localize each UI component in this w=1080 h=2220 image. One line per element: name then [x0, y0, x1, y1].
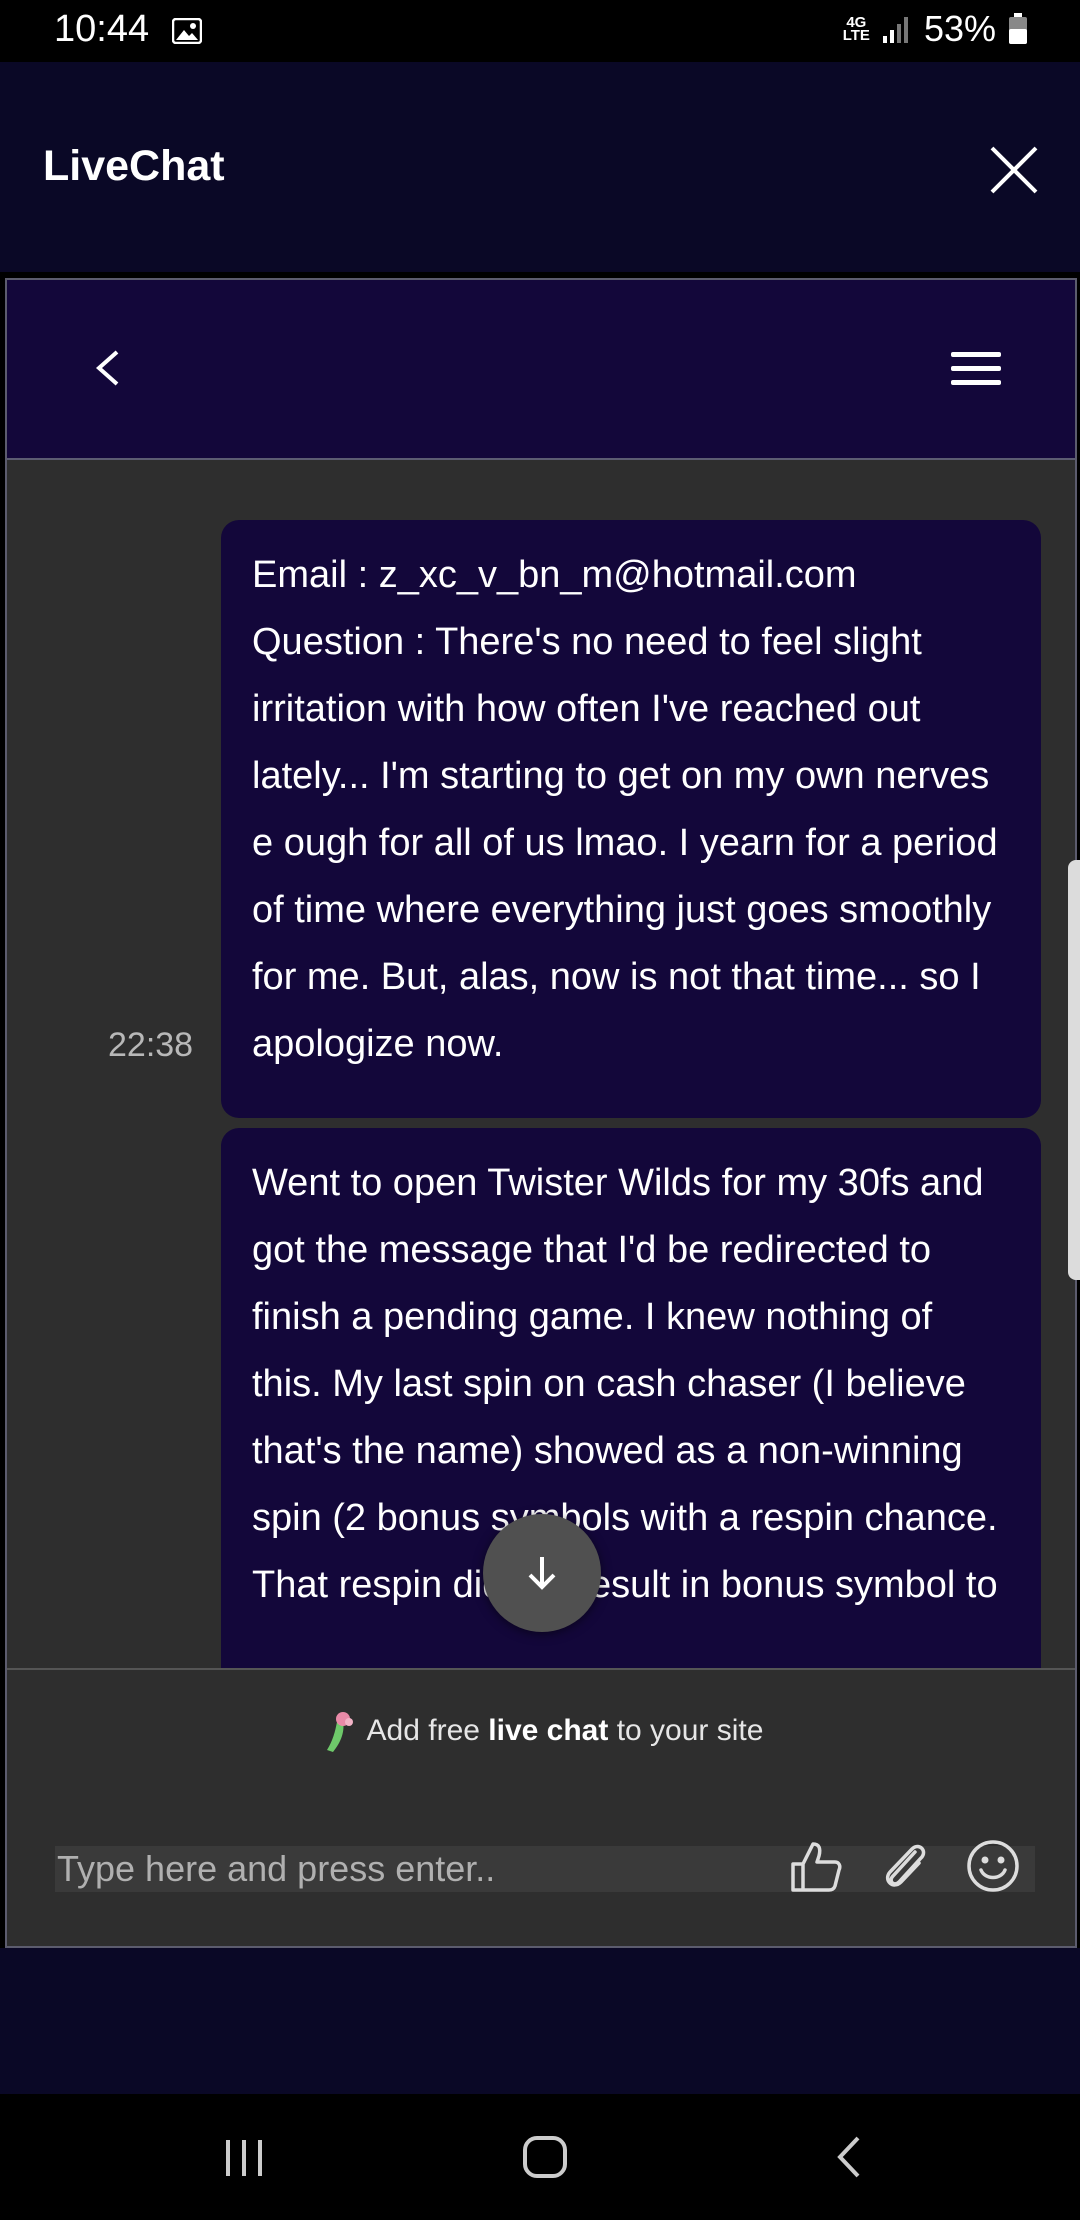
- status-bar: 10:44 4G LTE 53%: [0, 0, 1080, 62]
- scroll-to-bottom-button[interactable]: [483, 1514, 601, 1632]
- promo-prefix: Add free: [366, 1713, 489, 1747]
- chat-window: Email : z_xc_v_bn_m@hotmail.com Question…: [5, 278, 1077, 1948]
- app-title: LiveChat: [43, 142, 225, 190]
- arrow-down-icon: [528, 1557, 556, 1590]
- status-indicators: 4G LTE 53%: [843, 8, 1028, 50]
- message-input[interactable]: [55, 1846, 755, 1892]
- battery-icon: [1009, 13, 1027, 44]
- battery-percent: 53%: [923, 8, 996, 49]
- message-bubble: Went to open Twister Wilds for my 30fs a…: [221, 1128, 1041, 1668]
- signal-icon: [882, 17, 908, 43]
- home-icon[interactable]: [515, 2132, 575, 2182]
- app-header: LiveChat: [0, 62, 1080, 272]
- livechat-logo-icon: [326, 1712, 353, 1752]
- recent-apps-icon[interactable]: [214, 2132, 274, 2182]
- composer-area: Add free live chat to your site: [7, 1668, 1075, 1946]
- close-icon[interactable]: [982, 138, 1046, 202]
- edge-panel-handle[interactable]: [1068, 860, 1080, 1280]
- back-icon[interactable]: [820, 2132, 880, 2182]
- hamburger-menu-icon[interactable]: [947, 346, 1007, 392]
- system-nav-bar: [0, 2094, 1080, 2220]
- thumbs-up-icon[interactable]: [785, 1836, 845, 1896]
- paperclip-icon[interactable]: [875, 1836, 935, 1896]
- smiley-icon[interactable]: [963, 1836, 1023, 1896]
- composer-row: [55, 1840, 1035, 1892]
- network-type-icon: 4G LTE: [842, 14, 870, 44]
- status-time: 10:44: [54, 8, 150, 50]
- promo-bold: live chat: [488, 1713, 609, 1747]
- page-background: [0, 1948, 1080, 2094]
- message-bubble: Email : z_xc_v_bn_m@hotmail.com Question…: [221, 520, 1041, 1118]
- promo-link[interactable]: Add free live chat to your site: [7, 1710, 1075, 1754]
- image-icon: [172, 18, 202, 44]
- message-list[interactable]: Email : z_xc_v_bn_m@hotmail.com Question…: [7, 462, 1075, 1668]
- message-timestamp: 22:38: [108, 1026, 194, 1064]
- chat-toolbar: [7, 280, 1075, 460]
- chevron-left-icon[interactable]: [87, 346, 131, 390]
- promo-suffix: to your site: [608, 1713, 764, 1747]
